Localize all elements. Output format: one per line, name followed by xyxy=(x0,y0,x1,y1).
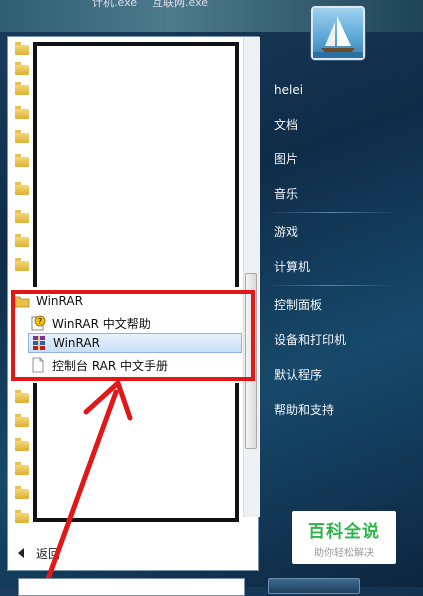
menu-item-games[interactable]: 游戏 xyxy=(274,222,298,242)
shutdown-button[interactable] xyxy=(268,578,360,594)
menu-separator xyxy=(266,212,396,213)
watermark-title: 百科全说 xyxy=(308,521,380,542)
watermark-badge: 百科全说 助你轻松解决 xyxy=(292,511,396,564)
menu-item-documents[interactable]: 文档 xyxy=(274,115,298,135)
search-input[interactable] xyxy=(18,578,245,596)
menu-item-devices-printers[interactable]: 设备和打印机 xyxy=(274,330,346,350)
menu-item-help-support[interactable]: 帮助和支持 xyxy=(274,400,334,420)
annotation-arrow xyxy=(42,380,133,587)
user-avatar[interactable] xyxy=(311,6,365,60)
menu-item-user[interactable]: helei xyxy=(274,80,303,100)
menu-item-music[interactable]: 音乐 xyxy=(274,184,298,204)
menu-item-control-panel[interactable]: 控制面板 xyxy=(274,295,322,315)
menu-item-computer[interactable]: 计算机 xyxy=(274,257,310,277)
menu-separator xyxy=(266,285,396,286)
menu-item-pictures[interactable]: 图片 xyxy=(274,149,298,169)
sailboat-icon xyxy=(313,16,363,58)
menu-item-default-programs[interactable]: 默认程序 xyxy=(274,365,322,385)
watermark-subtitle: 助你轻松解决 xyxy=(314,547,374,559)
